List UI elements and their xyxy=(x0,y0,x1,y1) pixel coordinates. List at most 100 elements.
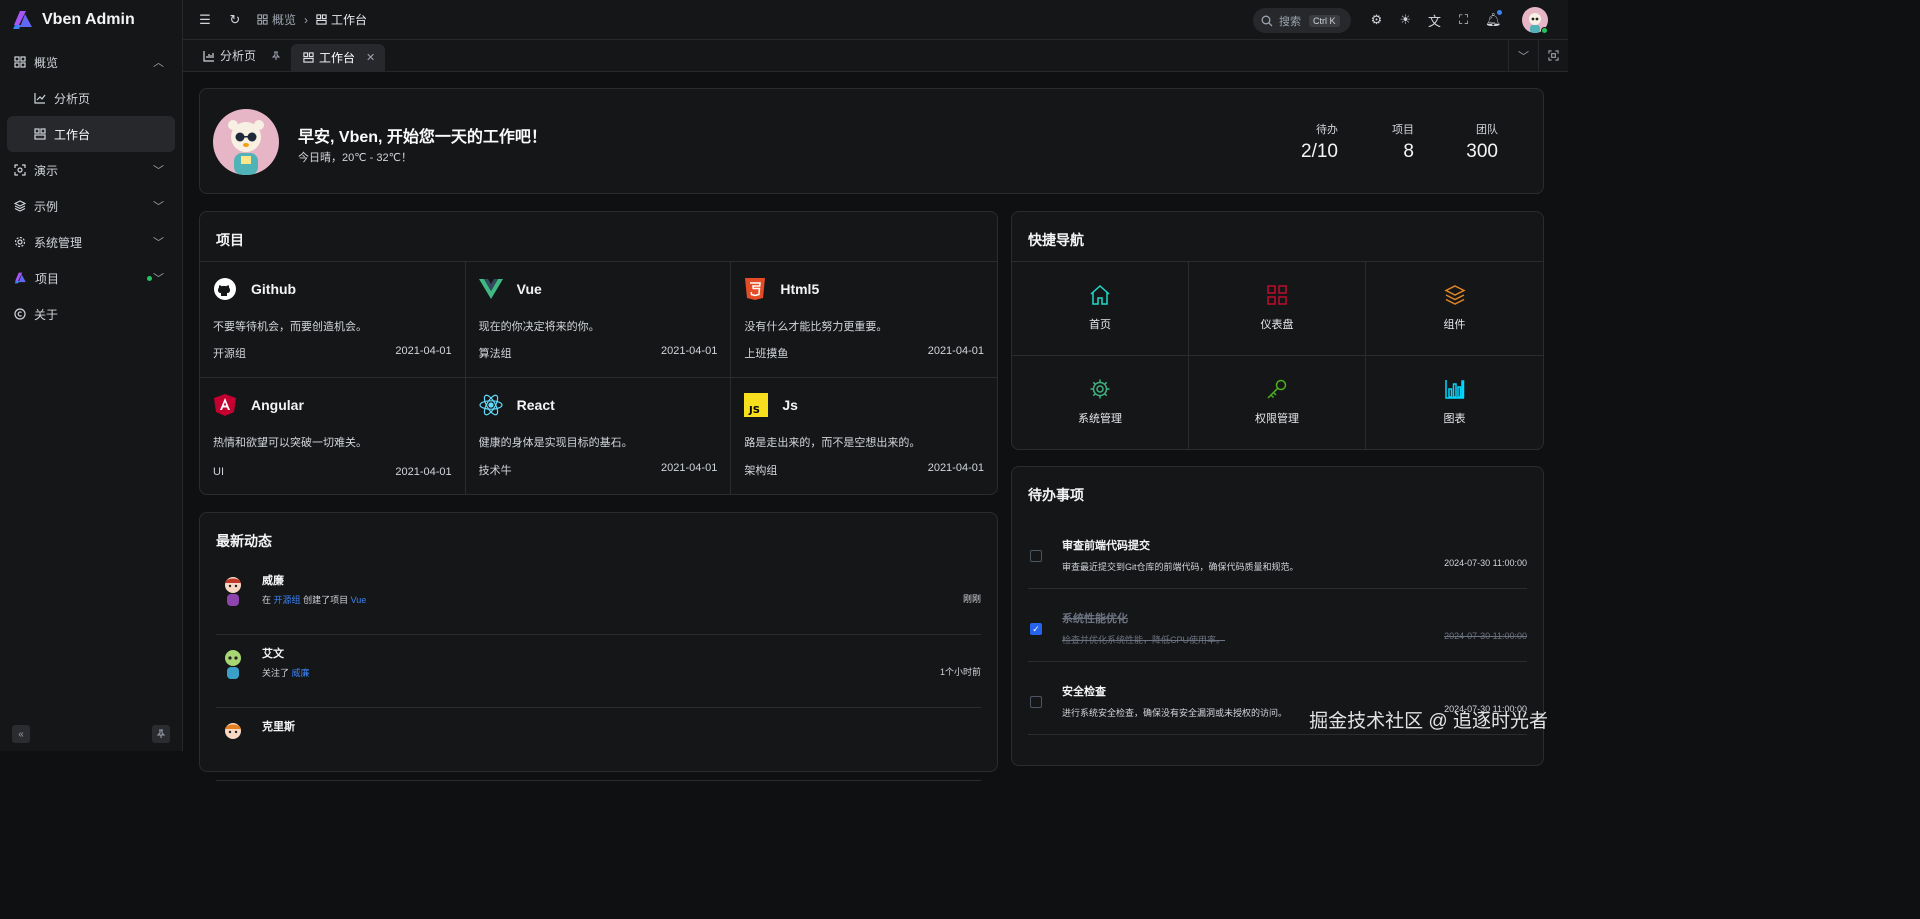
github-icon xyxy=(214,278,236,300)
project-card-github[interactable]: Github 不要等待机会，而要创造机会。 开源组 2021-04-01 xyxy=(200,262,466,378)
quick-nav-system[interactable]: 系统管理 xyxy=(1012,355,1189,449)
sidebar-item-system[interactable]: 系统管理 ﹀ xyxy=(0,224,182,260)
project-card-angular[interactable]: Angular 热情和欲望可以突破一切难关。 UI 2021-04-01 xyxy=(200,378,466,494)
welcome-avatar xyxy=(213,109,279,175)
activity-link[interactable]: 威廉 xyxy=(292,668,310,678)
tab-label: 分析页 xyxy=(220,49,257,63)
quick-nav-label: 组件 xyxy=(1443,319,1466,332)
sidebar-item-about[interactable]: 关于 xyxy=(0,296,182,332)
todo-checkbox[interactable] xyxy=(1030,696,1042,708)
breadcrumb-item[interactable]: 工作台 xyxy=(316,11,367,28)
quick-nav-label: 系统管理 xyxy=(1078,413,1122,426)
project-card-vue[interactable]: Vue 现在的你决定将来的你。 算法组 2021-04-01 xyxy=(465,262,732,378)
projects-card: 项目 Github 不要等待机会，而要创造机会。 开源组 2021-04-01 V… xyxy=(199,211,998,495)
project-name: Html5 xyxy=(780,281,820,297)
stat-value: 300 xyxy=(1466,141,1498,162)
notification-bell-icon[interactable]: 🔔︎ xyxy=(1485,10,1502,28)
quick-nav-charts[interactable]: 图表 xyxy=(1366,356,1543,450)
project-name: Js xyxy=(782,397,798,413)
quick-nav-home[interactable]: 首页 xyxy=(1012,262,1189,356)
sidebar-item-label: 示例 xyxy=(34,199,59,214)
quick-nav-title: 快捷导航 xyxy=(1028,232,1084,248)
project-desc: 热情和欲望可以突破一切难关。 xyxy=(213,437,367,449)
search-placeholder: 搜索 xyxy=(1279,15,1301,28)
project-desc: 不要等待机会，而要创造机会。 xyxy=(213,321,367,333)
project-name: Angular xyxy=(251,397,304,413)
project-date: 2021-04-01 xyxy=(661,462,718,474)
sidebar-item-overview[interactable]: 概览 ︿ xyxy=(0,44,182,80)
sidebar-item-analytics[interactable]: 分析页 xyxy=(0,80,182,116)
activity-text: 在 xyxy=(262,595,272,605)
sidebar-item-label: 演示 xyxy=(34,163,59,178)
activity-link[interactable]: 开源组 xyxy=(274,595,301,605)
weather-text: 今日晴，20℃ - 32℃！ xyxy=(298,152,412,164)
sidebar-item-label: 概览 xyxy=(34,55,59,70)
tab-analytics[interactable]: 分析页 xyxy=(183,40,291,71)
activity-link[interactable]: Vue xyxy=(351,595,367,605)
sidebar-item-label: 工作台 xyxy=(54,127,91,142)
app-title: Vben Admin xyxy=(42,11,135,28)
quick-nav-dashboard[interactable]: 仪表盘 xyxy=(1189,262,1366,356)
chart-icon xyxy=(34,93,46,104)
grid-icon xyxy=(257,14,268,25)
vue-icon xyxy=(478,279,503,299)
key-icon xyxy=(1267,380,1287,399)
breadcrumb-item[interactable]: 概览 xyxy=(257,11,296,28)
project-card-react[interactable]: React 健康的身体是实现目标的基石。 技术牛 2021-04-01 xyxy=(466,378,732,494)
sidebar-item-label: 分析页 xyxy=(54,91,91,106)
activity-time: 1个小时前 xyxy=(939,667,981,677)
pin-icon[interactable] xyxy=(271,51,281,61)
tab-workspace[interactable]: 工作台 ✕ xyxy=(291,44,386,71)
welcome-card: 早安, Vben, 开始您一天的工作吧！ 今日晴，20℃ - 32℃！ 待办 2… xyxy=(199,88,1544,194)
activity-user-name: 艾文 xyxy=(262,648,284,660)
grid-icon xyxy=(14,56,26,68)
menu-toggle-icon[interactable]: ☰ xyxy=(197,12,213,28)
stat-label: 待办 xyxy=(1316,124,1338,136)
chart-icon xyxy=(203,50,214,62)
sidebar-item-examples[interactable]: 示例 ﹀ xyxy=(0,188,182,224)
todo-item-desc: 检查并优化系统性能，降低CPU使用率。 xyxy=(1062,635,1226,645)
close-icon[interactable]: ✕ xyxy=(366,51,375,64)
sidebar-item-label: 系统管理 xyxy=(34,235,83,250)
stat-projects: 项目 8 xyxy=(1376,121,1414,163)
project-name: React xyxy=(516,397,555,413)
activity-text: 创建了项目 xyxy=(303,595,349,605)
sidebar: Vben Admin 概览 ︿ 分析页 工作台 演示 ﹀ 示例 ﹀ 系统管理 ﹀… xyxy=(0,0,183,751)
chevron-down-icon: ﹀ xyxy=(153,201,164,213)
todo-title: 待办事项 xyxy=(1028,487,1084,503)
search-icon xyxy=(1261,15,1273,26)
project-group: UI xyxy=(213,466,224,478)
app-logo[interactable]: Vben Admin xyxy=(0,0,182,40)
preferences-icon[interactable]: ⚙ xyxy=(1369,12,1384,28)
refresh-icon[interactable]: ↻ xyxy=(227,12,243,28)
workspace-icon xyxy=(316,14,327,25)
project-card-html5[interactable]: Html5 没有什么才能比努力更重要。 上班摸鱼 2021-04-01 xyxy=(731,262,997,378)
quick-nav-label: 首页 xyxy=(1089,319,1111,332)
quick-nav-components[interactable]: 组件 xyxy=(1366,262,1543,356)
todo-item-title: 审查前端代码提交 xyxy=(1062,540,1150,552)
project-group: 技术牛 xyxy=(478,465,512,477)
todo-checkbox[interactable]: ✓ xyxy=(1030,623,1042,635)
collapse-sidebar-button[interactable]: « xyxy=(12,725,30,743)
tabs-dropdown-button[interactable]: ﹀ xyxy=(1508,40,1538,71)
sidebar-item-project[interactable]: 项目 ﹀ xyxy=(0,260,182,296)
project-group: 算法组 xyxy=(478,348,512,360)
todo-checkbox[interactable] xyxy=(1030,550,1042,562)
fullscreen-icon[interactable]: ⛶ xyxy=(1456,12,1471,28)
project-date: 2021-04-01 xyxy=(927,345,984,357)
quick-nav-permissions[interactable]: 权限管理 xyxy=(1189,355,1366,449)
todo-item-title: 系统性能优化 xyxy=(1062,613,1128,625)
activity-item: 艾文 关注了 威廉 1个小时前 xyxy=(216,635,981,708)
svg-text:JS: JS xyxy=(748,405,760,416)
chevron-down-icon: ﹀ xyxy=(153,165,164,177)
sidebar-item-workspace[interactable]: 工作台 xyxy=(7,116,175,152)
language-icon[interactable]: 文 xyxy=(1427,11,1442,30)
activity-desc: 在 开源组 创建了项目 Vue xyxy=(262,593,366,606)
theme-toggle-icon[interactable]: ☀ xyxy=(1398,12,1413,28)
search-input[interactable]: 搜索 Ctrl K xyxy=(1253,8,1351,33)
pin-sidebar-button[interactable] xyxy=(152,725,170,743)
stat-team: 团队 300 xyxy=(1458,121,1498,163)
sidebar-item-demo[interactable]: 演示 ﹀ xyxy=(0,152,182,188)
project-card-js[interactable]: JS Js 路是走出来的，而不是空想出来的。 架构组 2021-04-01 xyxy=(731,378,997,494)
maximize-content-button[interactable] xyxy=(1538,40,1568,71)
